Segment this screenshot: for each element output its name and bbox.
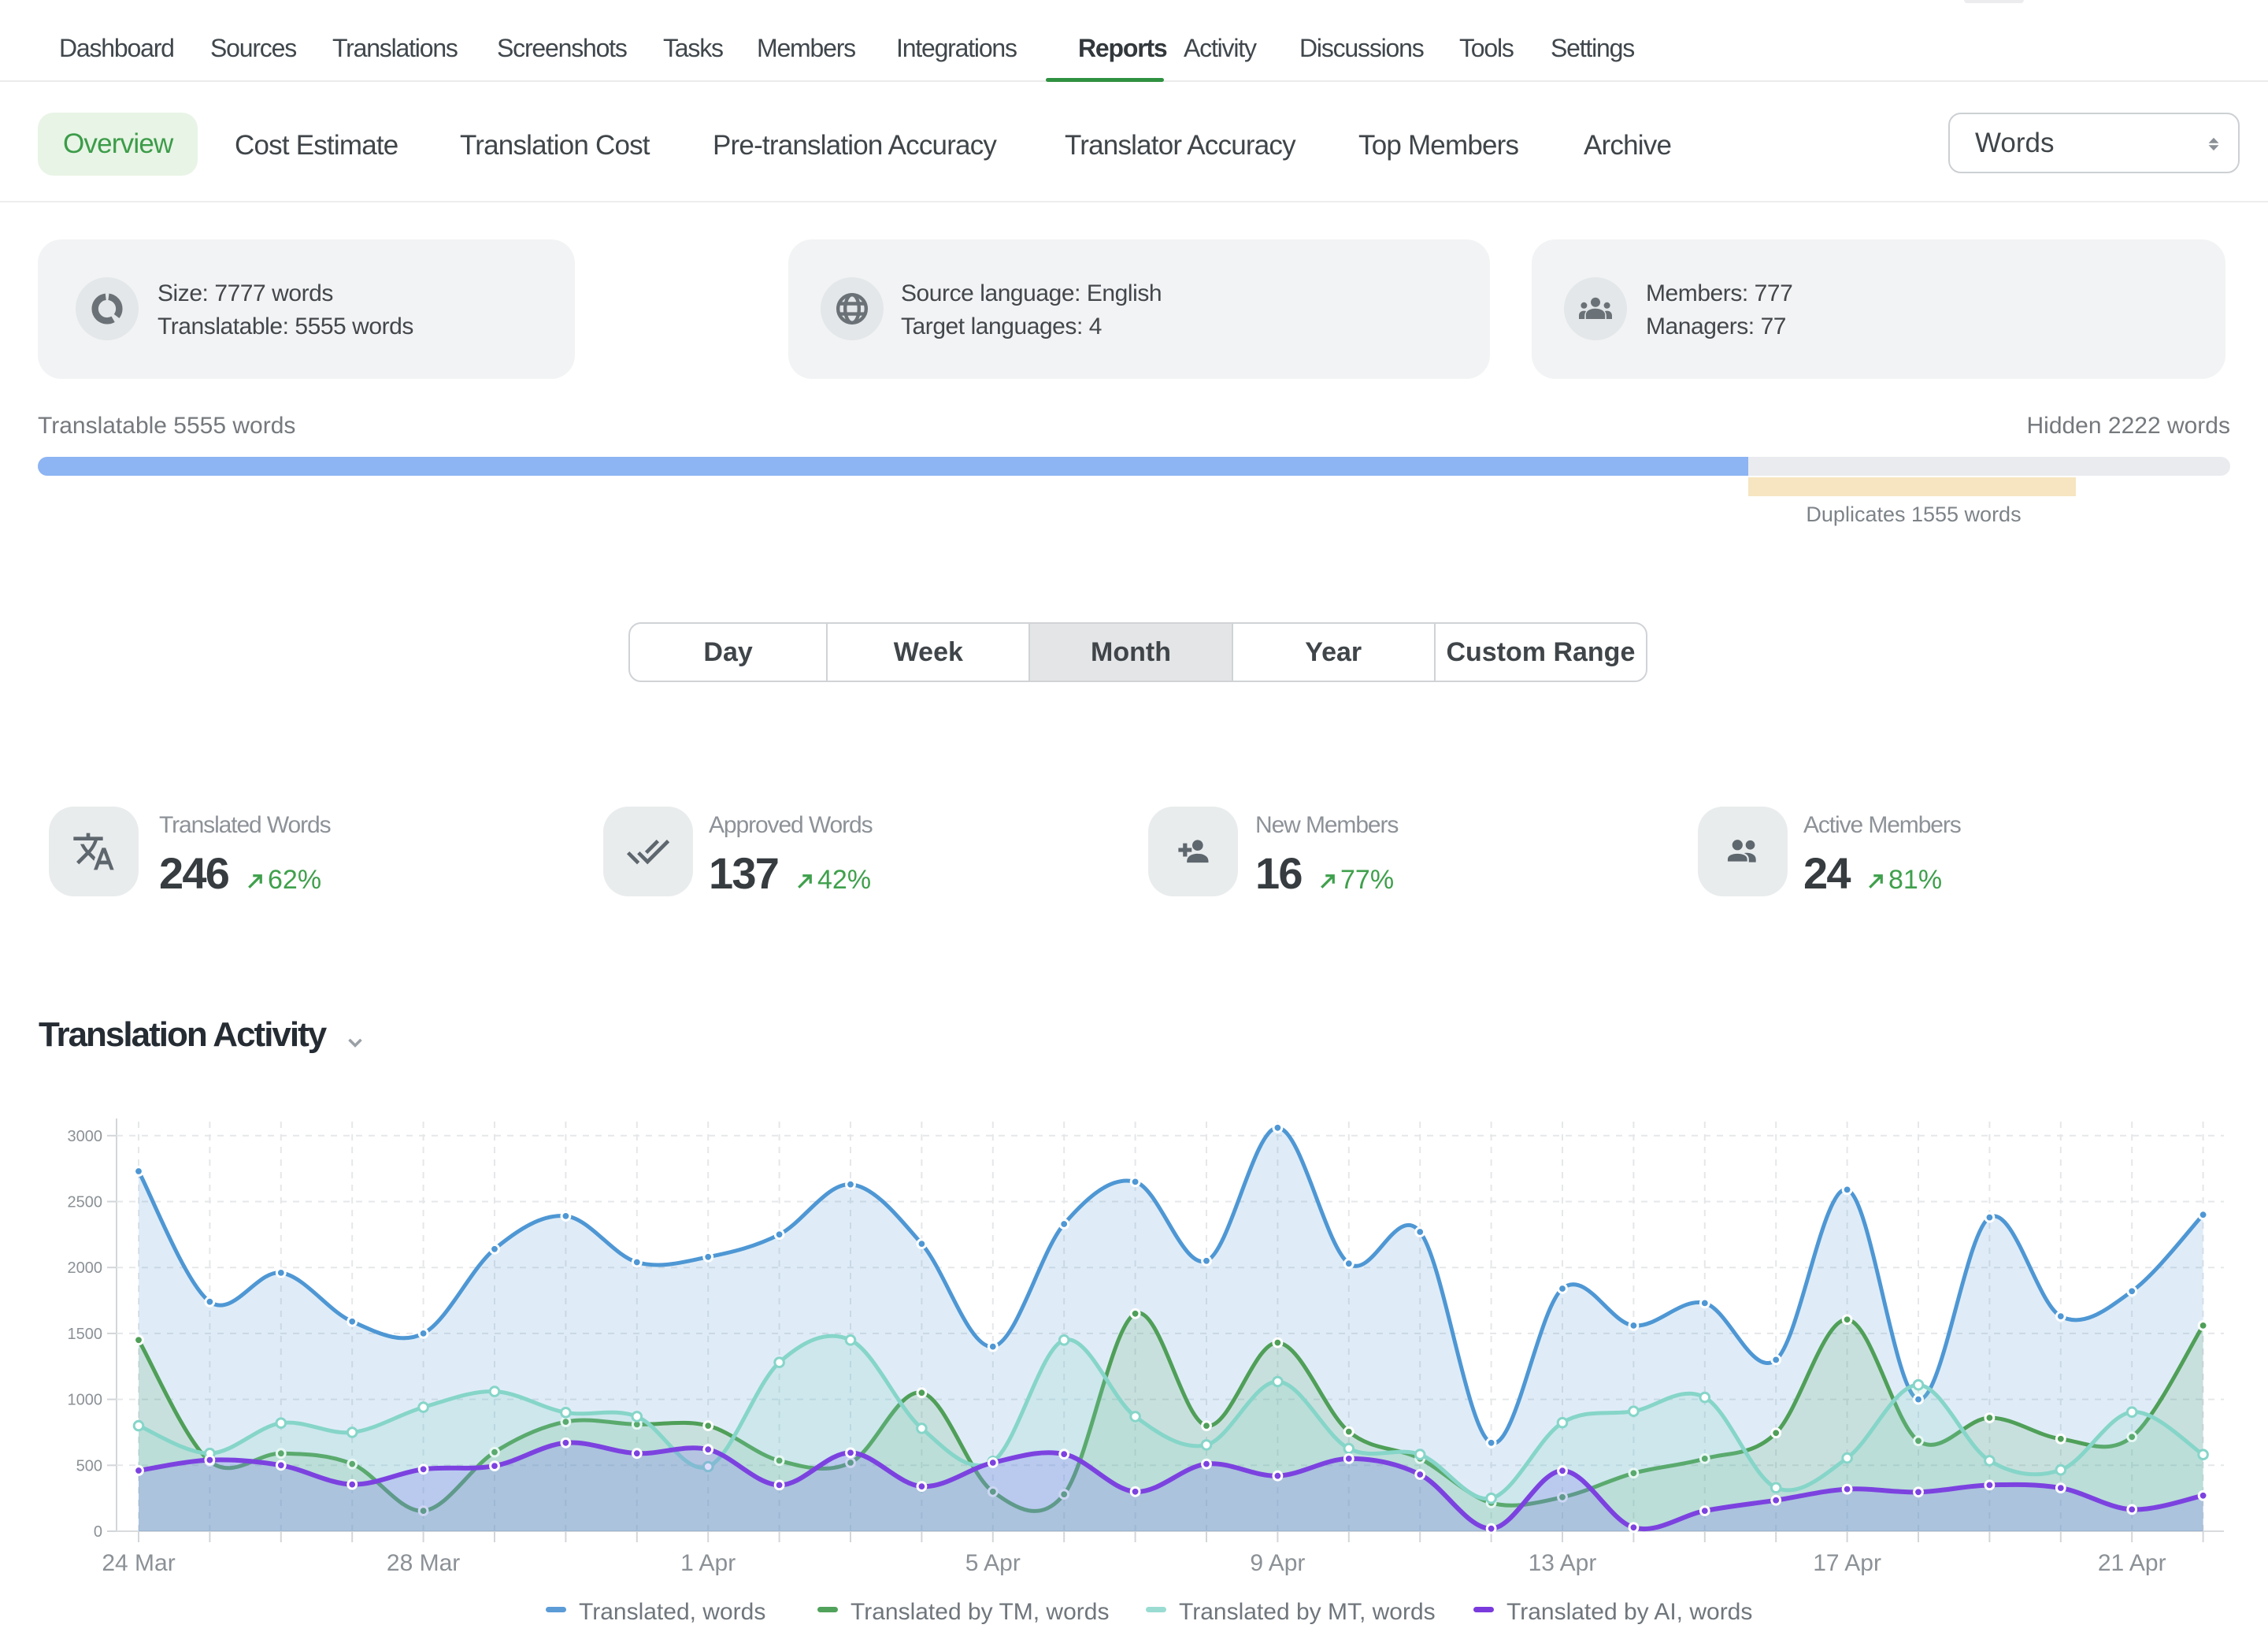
svg-text:5 Apr: 5 Apr: [965, 1550, 1021, 1576]
svg-text:1 Apr: 1 Apr: [680, 1550, 736, 1576]
svg-text:Translated by MT, words: Translated by MT, words: [1179, 1599, 1436, 1625]
svg-text:500: 500: [76, 1457, 102, 1475]
svg-text:Translated by TM, words: Translated by TM, words: [850, 1599, 1109, 1625]
svg-text:Translated, words: Translated, words: [579, 1599, 765, 1625]
svg-text:28 Mar: 28 Mar: [387, 1550, 460, 1576]
svg-text:1500: 1500: [68, 1326, 103, 1343]
svg-text:Translated by AI, words: Translated by AI, words: [1506, 1599, 1752, 1625]
svg-text:17 Apr: 17 Apr: [1813, 1550, 1881, 1576]
svg-text:2000: 2000: [68, 1259, 103, 1277]
svg-text:24 Mar: 24 Mar: [102, 1550, 175, 1576]
svg-text:2500: 2500: [68, 1194, 103, 1211]
svg-text:0: 0: [94, 1523, 102, 1541]
svg-text:21 Apr: 21 Apr: [2098, 1550, 2166, 1576]
svg-text:9 Apr: 9 Apr: [1250, 1550, 1305, 1576]
svg-text:13 Apr: 13 Apr: [1529, 1550, 1597, 1576]
svg-text:3000: 3000: [68, 1128, 103, 1145]
svg-text:1000: 1000: [68, 1392, 103, 1409]
